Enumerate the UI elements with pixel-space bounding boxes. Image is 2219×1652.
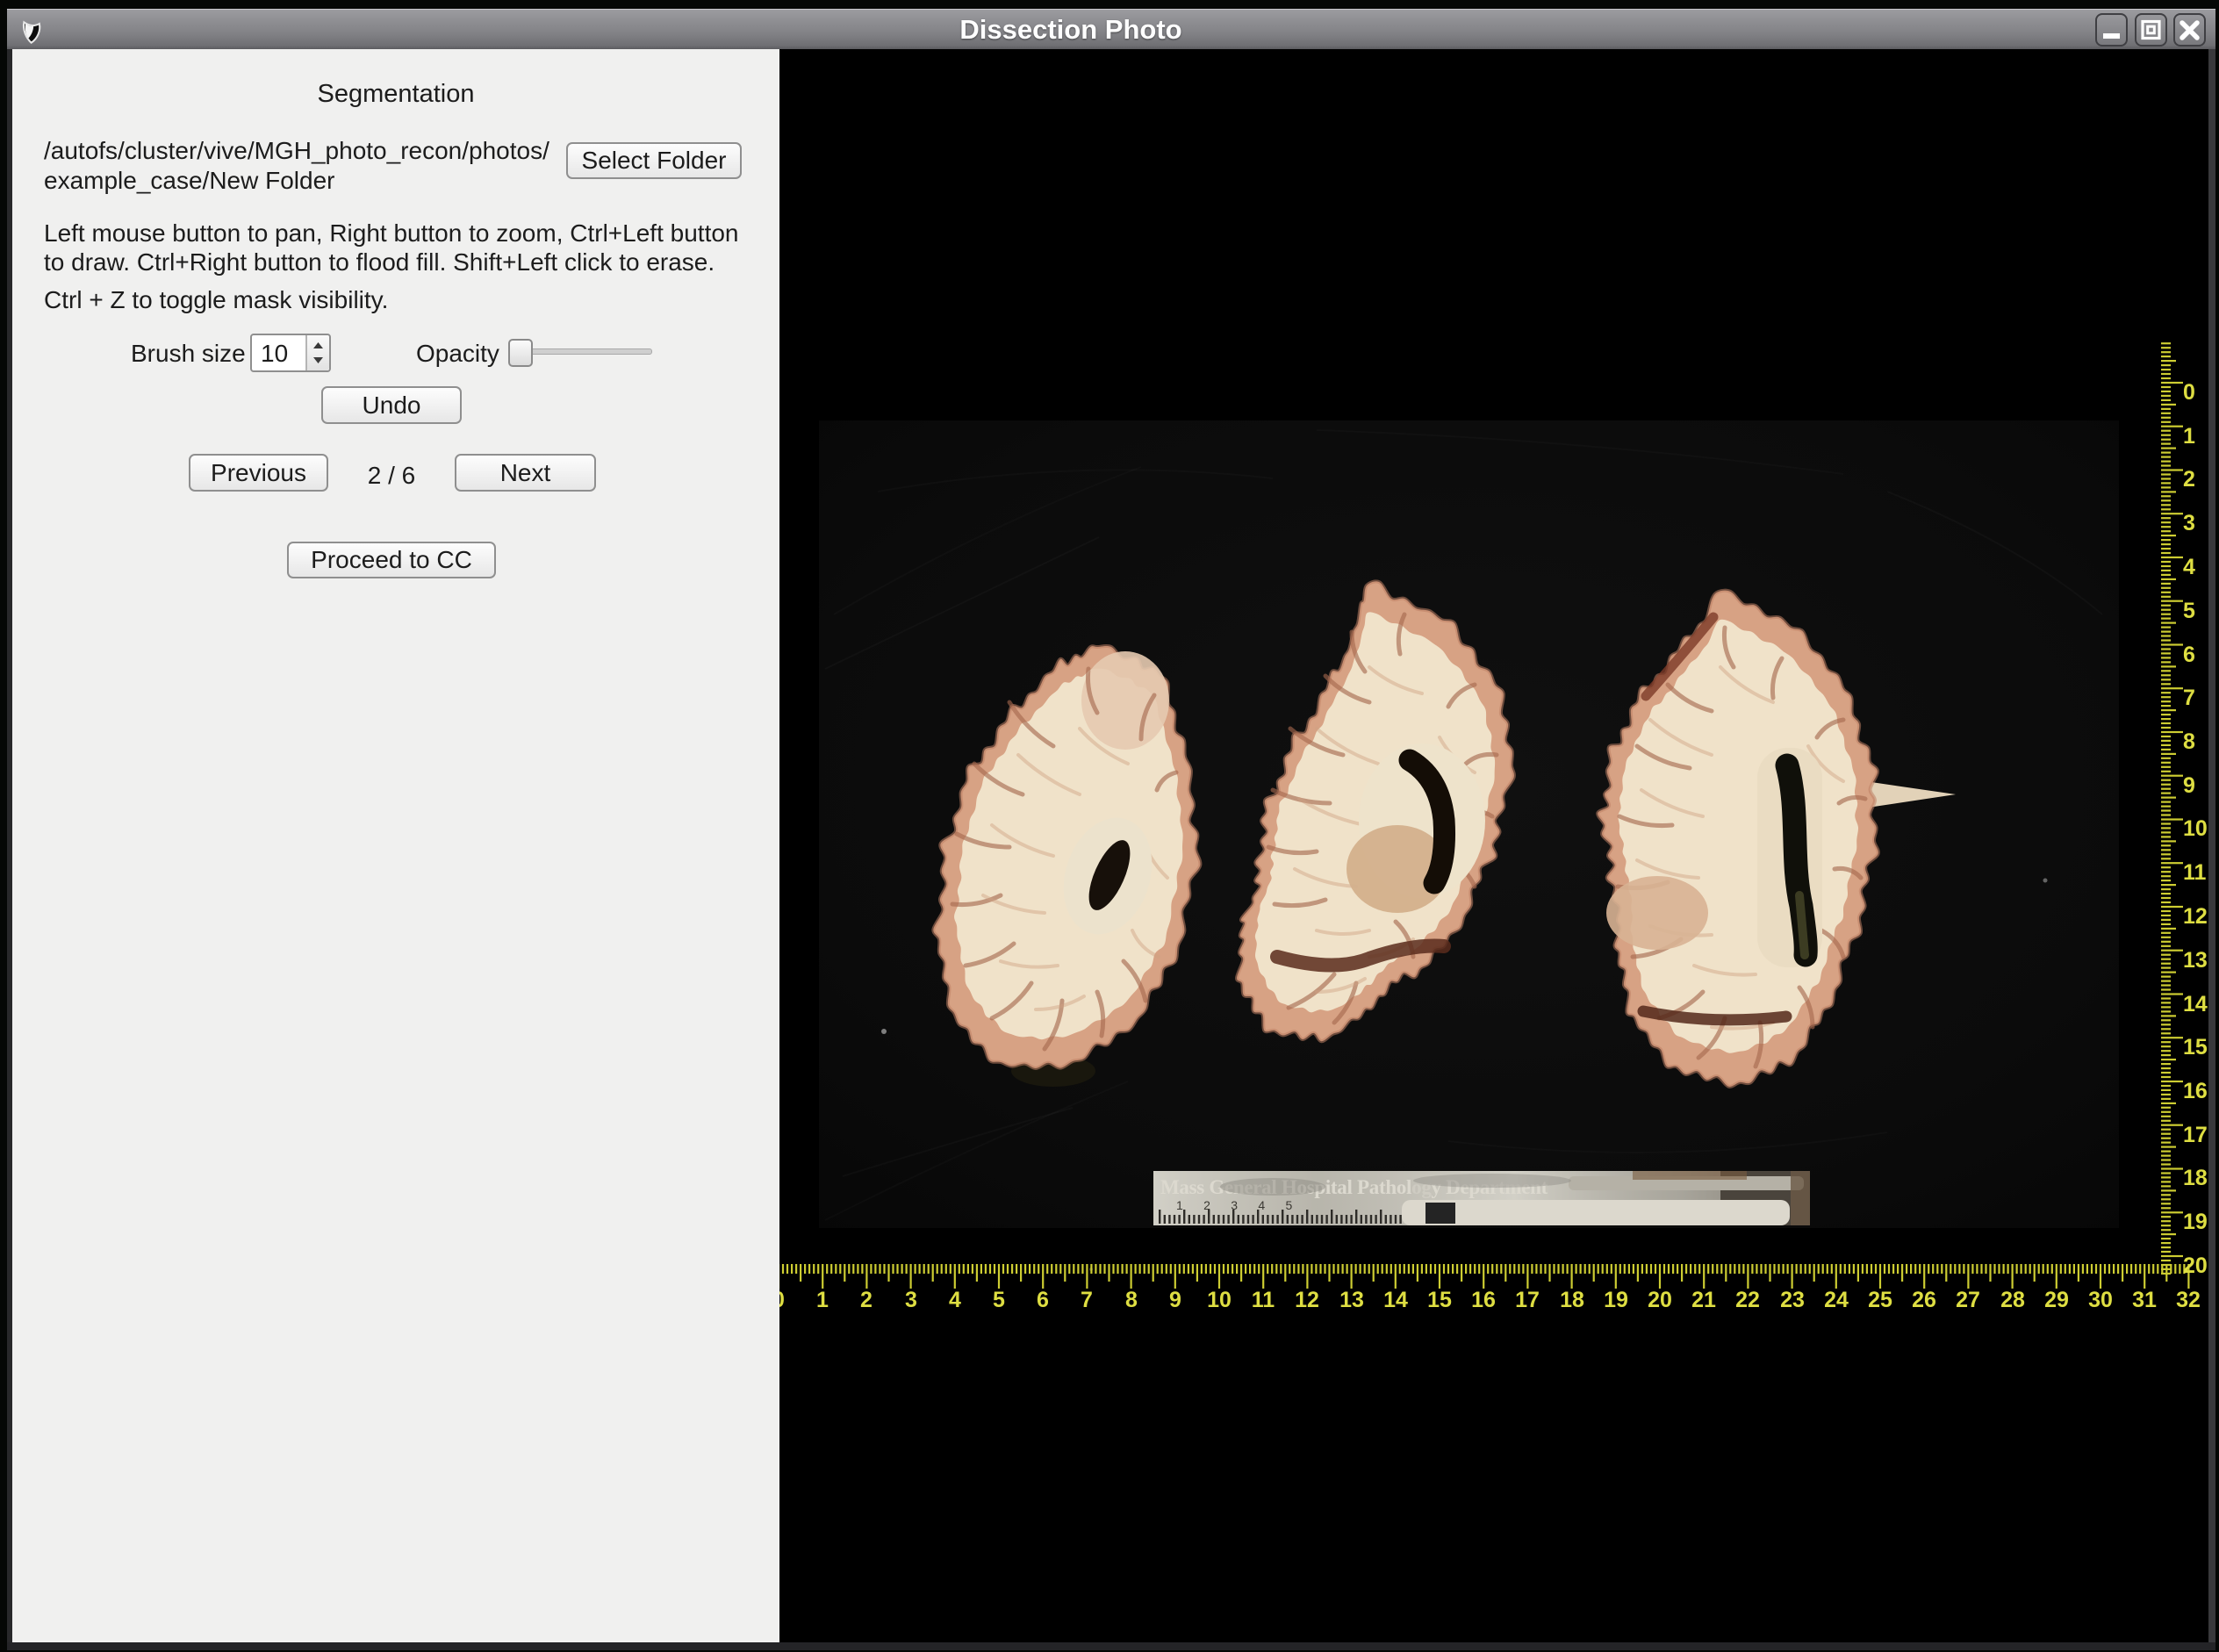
svg-text:4: 4 [949,1288,961,1312]
svg-text:32: 32 [2176,1288,2201,1312]
svg-text:25: 25 [1868,1288,1892,1312]
svg-text:21: 21 [1691,1288,1716,1312]
svg-text:3: 3 [2183,511,2195,535]
svg-text:16: 16 [2183,1079,2208,1103]
svg-text:1: 1 [2183,424,2195,449]
svg-text:19: 19 [2183,1210,2208,1234]
svg-text:16: 16 [1471,1288,1496,1312]
svg-text:6: 6 [1037,1288,1049,1312]
svg-text:10: 10 [2183,816,2208,841]
svg-text:9: 9 [2183,773,2195,798]
svg-text:20: 20 [2183,1253,2208,1278]
svg-text:8: 8 [2183,729,2195,754]
svg-text:31: 31 [2132,1288,2157,1312]
svg-text:23: 23 [1780,1288,1805,1312]
svg-text:20: 20 [1648,1288,1672,1312]
svg-text:18: 18 [1560,1288,1584,1312]
svg-text:8: 8 [1125,1288,1138,1312]
svg-text:12: 12 [2183,904,2208,929]
svg-text:14: 14 [1383,1288,1408,1312]
svg-text:2: 2 [2183,467,2195,492]
svg-text:17: 17 [2183,1123,2208,1147]
svg-text:30: 30 [2088,1288,2113,1312]
svg-text:29: 29 [2044,1288,2069,1312]
svg-text:19: 19 [1604,1288,1628,1312]
svg-text:0: 0 [2183,380,2195,405]
svg-text:22: 22 [1735,1288,1760,1312]
svg-text:10: 10 [1207,1288,1232,1312]
svg-text:12: 12 [1295,1288,1319,1312]
svg-text:15: 15 [1427,1288,1452,1312]
svg-text:27: 27 [1956,1288,1980,1312]
svg-text:11: 11 [2183,860,2207,885]
svg-text:0: 0 [779,1288,785,1312]
svg-text:26: 26 [1912,1288,1936,1312]
svg-text:3: 3 [905,1288,917,1312]
svg-text:14: 14 [2183,992,2208,1016]
svg-text:6: 6 [2183,643,2195,667]
svg-text:9: 9 [1169,1288,1181,1312]
svg-text:13: 13 [2183,948,2208,973]
svg-text:11: 11 [1252,1288,1275,1312]
svg-text:1 2 3 4 5: 1 2 3 4 5 [1176,1198,1292,1212]
svg-text:15: 15 [2183,1035,2208,1059]
svg-text:4: 4 [2183,555,2195,579]
svg-text:2: 2 [860,1288,873,1312]
svg-text:7: 7 [1081,1288,1093,1312]
svg-text:17: 17 [1515,1288,1540,1312]
svg-text:5: 5 [993,1288,1005,1312]
svg-text:1: 1 [816,1288,829,1312]
svg-text:18: 18 [2183,1166,2208,1190]
svg-text:24: 24 [1824,1288,1849,1312]
svg-text:13: 13 [1339,1288,1364,1312]
svg-text:5: 5 [2183,599,2195,623]
svg-text:28: 28 [2000,1288,2025,1312]
svg-text:7: 7 [2183,686,2195,710]
